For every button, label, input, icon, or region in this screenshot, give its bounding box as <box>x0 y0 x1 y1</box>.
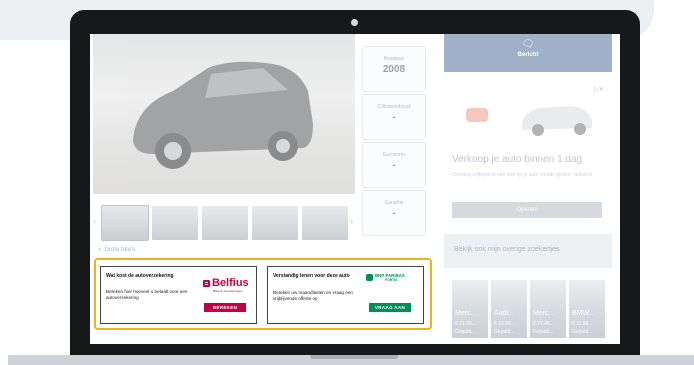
listing-date: Gepubl... <box>533 329 554 335</box>
listing-card[interactable]: Audi... € 19.99... Gepubl... <box>491 280 527 338</box>
loan-offer: Verstandig lenen voor deze auto Bereken … <box>267 266 424 324</box>
ad-title: Verkoop je auto binnen 1 dag <box>452 154 583 165</box>
loan-body: Bereken uw maandlasten en vraag een vrij… <box>273 290 353 301</box>
own-listings-link[interactable]: Bekijk ook mijn overige zoekertjes <box>444 234 612 268</box>
listing-name: Merc... <box>533 310 555 317</box>
spec-warranty: Garantie - <box>362 190 426 236</box>
belfius-mark-icon <box>203 280 210 287</box>
own-listings-label: Bekijk ook mijn overige zoekertjes <box>454 246 560 253</box>
listing-price: € 21.99... <box>455 321 476 327</box>
chevron-left-icon[interactable]: ‹ <box>93 216 96 226</box>
insurance-heading: Wat kost de autoverzekering <box>106 273 174 279</box>
big-photos-label: Grote foto's <box>104 247 136 253</box>
bnp-paribas-logo: BNP PARIBAS FORTIS <box>366 273 421 287</box>
magnifier-icon: ⌕ <box>98 247 102 253</box>
thumbnail[interactable] <box>202 206 248 240</box>
chat-bubble-icon: 🗨 <box>521 39 535 50</box>
other-listings: Merc... € 21.99... Gepubl... Audi... € 1… <box>452 280 620 340</box>
request-button[interactable]: VRAAG AAN <box>369 303 411 312</box>
spec-label: Euronorm <box>383 152 405 158</box>
listing-price: € 11.99... <box>572 321 593 327</box>
message-button[interactable]: 🗨 Bericht <box>444 34 612 72</box>
spec-displacement: Cilinderinhoud - <box>362 94 426 140</box>
spec-label: Cilinderinhoud <box>378 104 410 110</box>
belfius-logo: Belfius Bank & Verzekeringen <box>203 277 251 297</box>
insurance-body: Bereken hier hoeveel u betaalt voor een … <box>106 289 188 300</box>
listing-name: BMW... <box>572 310 595 317</box>
belfius-wordmark: Belfius <box>212 277 249 289</box>
spec-euronorm: Euronorm - <box>362 142 426 188</box>
listing-price: € 19.99... <box>494 321 515 327</box>
spec-list: Bouwjaar 2008 Cilinderinhoud - Euronorm … <box>362 34 426 236</box>
calculate-button[interactable]: BEREKEN <box>204 303 246 312</box>
belfius-tagline: Bank & Verzekeringen <box>213 289 243 293</box>
listing-name: Audi... <box>494 310 514 317</box>
listing-card[interactable]: BMW... € 11.99... Gepubl... <box>569 280 605 338</box>
ad-car-image <box>466 106 592 136</box>
chevron-right-icon[interactable]: › <box>350 216 353 226</box>
car-main-photo[interactable] <box>93 34 355 194</box>
listing-price: € 17.45... <box>533 321 554 327</box>
spec-value: - <box>392 112 396 123</box>
bnp-fortis: FORTIS <box>385 278 398 282</box>
listing-card[interactable]: Merc... € 21.99... Gepubl... <box>452 280 488 338</box>
spec-value: - <box>392 160 396 171</box>
spec-label: Garantie <box>384 200 404 206</box>
spec-label: Bouwjaar <box>383 56 405 62</box>
thumbnail[interactable] <box>101 205 149 241</box>
webcam-icon <box>351 19 358 26</box>
spec-value: 2008 <box>382 64 406 75</box>
thumbnail-strip: ‹ › <box>93 204 355 242</box>
listing-card[interactable]: Merc... € 17.45... Gepubl... <box>530 280 566 338</box>
thumbnail[interactable] <box>302 206 348 240</box>
car-image <box>133 61 313 169</box>
laptop-notch <box>310 355 398 359</box>
ad-open-button[interactable]: Openen <box>452 202 602 218</box>
thumbnail[interactable] <box>252 206 298 240</box>
laptop-screen: Bouwjaar 2008 Cilinderinhoud - Euronorm … <box>90 34 620 344</box>
spec-year: Bouwjaar 2008 <box>362 46 426 92</box>
big-photos-link[interactable]: ⌕ Grote foto's <box>98 247 135 254</box>
offers-highlight: Wat kost de autoverzekering Bereken hier… <box>94 258 432 330</box>
ad-close-icon[interactable]: ▷✕ <box>594 86 604 93</box>
loan-heading: Verstandig lenen voor deze auto <box>273 273 350 279</box>
listing-name: Merc... <box>455 310 477 317</box>
laptop-frame: Bouwjaar 2008 Cilinderinhoud - Euronorm … <box>70 10 640 362</box>
listing-date: Gepubl... <box>572 329 593 335</box>
message-label: Bericht <box>517 52 539 58</box>
insurance-offer: Wat kost de autoverzekering Bereken hier… <box>100 266 257 324</box>
ad-body: Ontvang vrijblijvend een bod op je auto … <box>452 172 594 178</box>
listing-date: Gepubl... <box>455 329 476 335</box>
listing-date: Gepubl... <box>494 329 515 335</box>
thumbnail[interactable] <box>152 206 198 240</box>
spec-value: - <box>392 208 396 219</box>
bnp-star-icon <box>366 274 373 281</box>
